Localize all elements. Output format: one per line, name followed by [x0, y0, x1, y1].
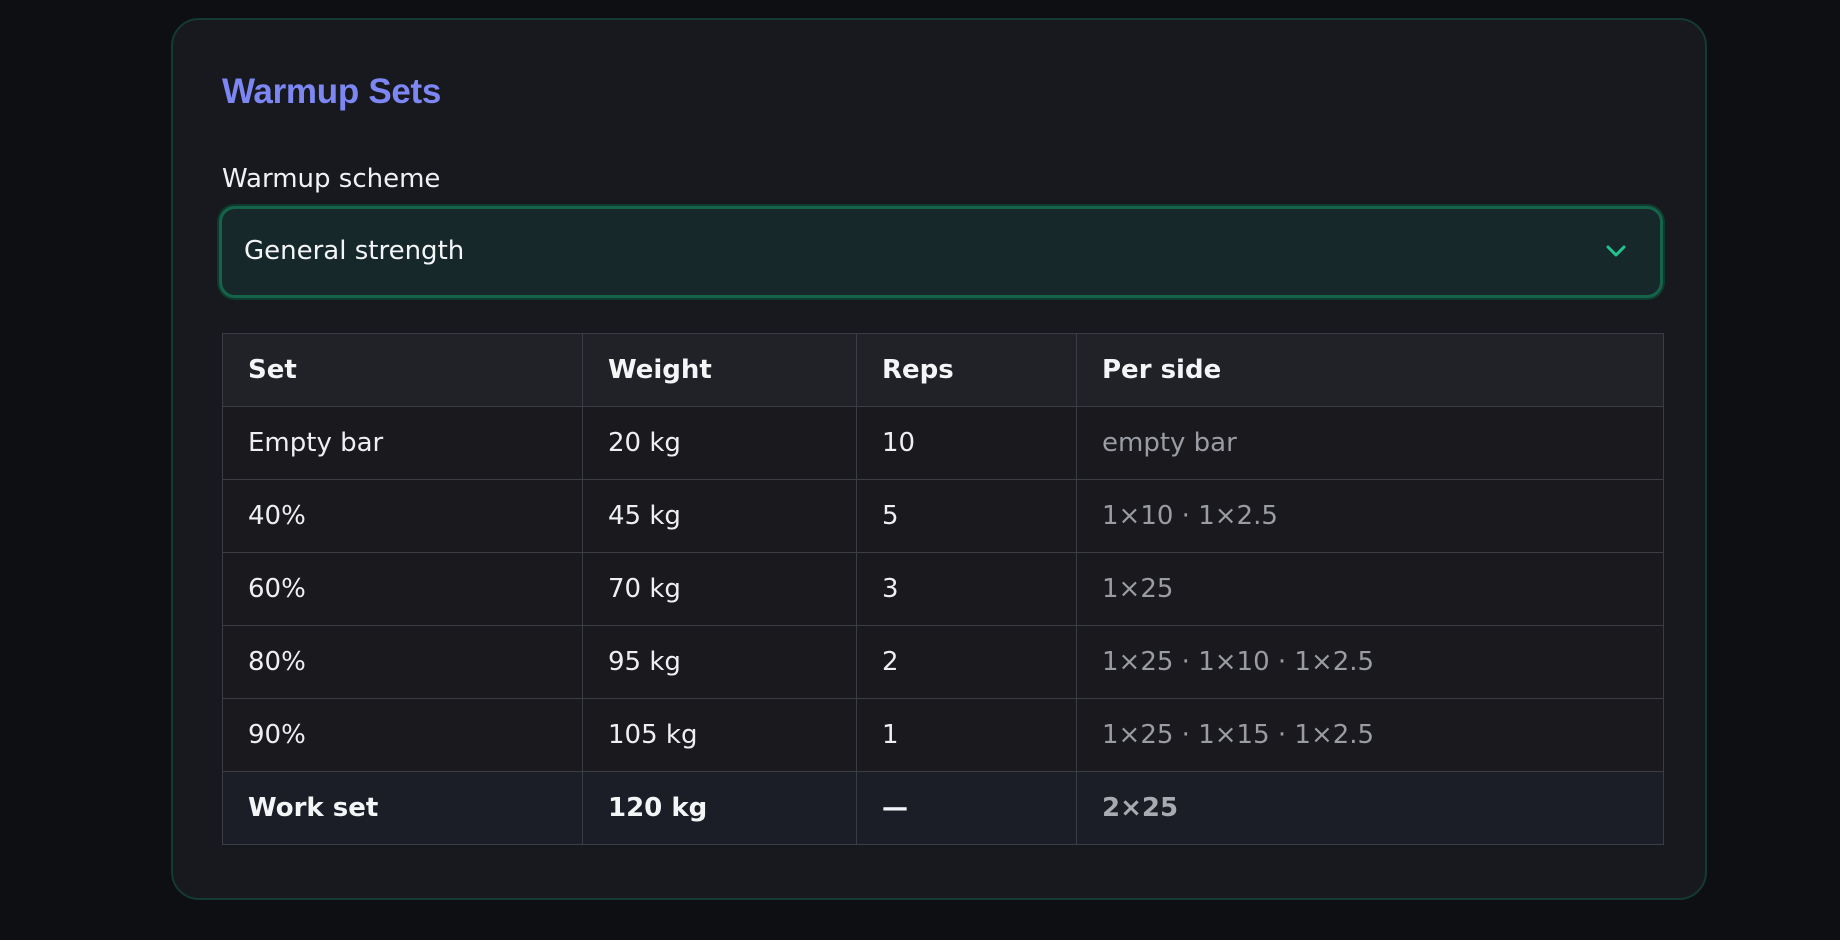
- cell-reps: 5: [856, 479, 1077, 553]
- cell-set: 40%: [222, 479, 583, 553]
- warmup-scheme-value: General strength: [244, 236, 465, 266]
- cell-reps: 10: [856, 406, 1077, 480]
- table-row: Empty bar 20 kg 10 empty bar: [222, 406, 1664, 480]
- cell-per-side: 1×10 · 1×2.5: [1076, 479, 1664, 553]
- cell-weight: 105 kg: [582, 698, 857, 772]
- table-header-row: Set Weight Reps Per side: [222, 333, 1664, 407]
- cell-set: 80%: [222, 625, 583, 699]
- cell-weight: 20 kg: [582, 406, 857, 480]
- cell-set: 90%: [222, 698, 583, 772]
- table-row: 80% 95 kg 2 1×25 · 1×10 · 1×2.5: [222, 625, 1664, 699]
- header-weight: Weight: [582, 333, 857, 407]
- warmup-scheme-select[interactable]: General strength: [219, 206, 1663, 298]
- cell-reps: 2: [856, 625, 1077, 699]
- header-reps: Reps: [856, 333, 1077, 407]
- cell-per-side: 1×25 · 1×10 · 1×2.5: [1076, 625, 1664, 699]
- cell-weight: 70 kg: [582, 552, 857, 626]
- cell-per-side: 2×25: [1076, 771, 1664, 845]
- work-set-row: Work set 120 kg — 2×25: [222, 771, 1664, 845]
- cell-reps: —: [856, 771, 1077, 845]
- chevron-down-icon: [1606, 245, 1626, 257]
- header-set: Set: [222, 333, 583, 407]
- table-row: 60% 70 kg 3 1×25: [222, 552, 1664, 626]
- warmup-scheme-label: Warmup scheme: [222, 164, 441, 194]
- cell-weight: 120 kg: [582, 771, 857, 845]
- cell-set: Empty bar: [222, 406, 583, 480]
- table-row: 90% 105 kg 1 1×25 · 1×15 · 1×2.5: [222, 698, 1664, 772]
- cell-set: 60%: [222, 552, 583, 626]
- cell-reps: 3: [856, 552, 1077, 626]
- cell-per-side: 1×25 · 1×15 · 1×2.5: [1076, 698, 1664, 772]
- cell-reps: 1: [856, 698, 1077, 772]
- cell-weight: 95 kg: [582, 625, 857, 699]
- warmup-sets-card: Warmup Sets Warmup scheme General streng…: [171, 18, 1707, 900]
- table-row: 40% 45 kg 5 1×10 · 1×2.5: [222, 479, 1664, 553]
- cell-weight: 45 kg: [582, 479, 857, 553]
- warmup-sets-table: Set Weight Reps Per side Empty bar 20 kg…: [222, 333, 1664, 845]
- cell-set: Work set: [222, 771, 583, 845]
- header-per-side: Per side: [1076, 333, 1664, 407]
- cell-per-side: 1×25: [1076, 552, 1664, 626]
- card-title: Warmup Sets: [222, 72, 442, 111]
- cell-per-side: empty bar: [1076, 406, 1664, 480]
